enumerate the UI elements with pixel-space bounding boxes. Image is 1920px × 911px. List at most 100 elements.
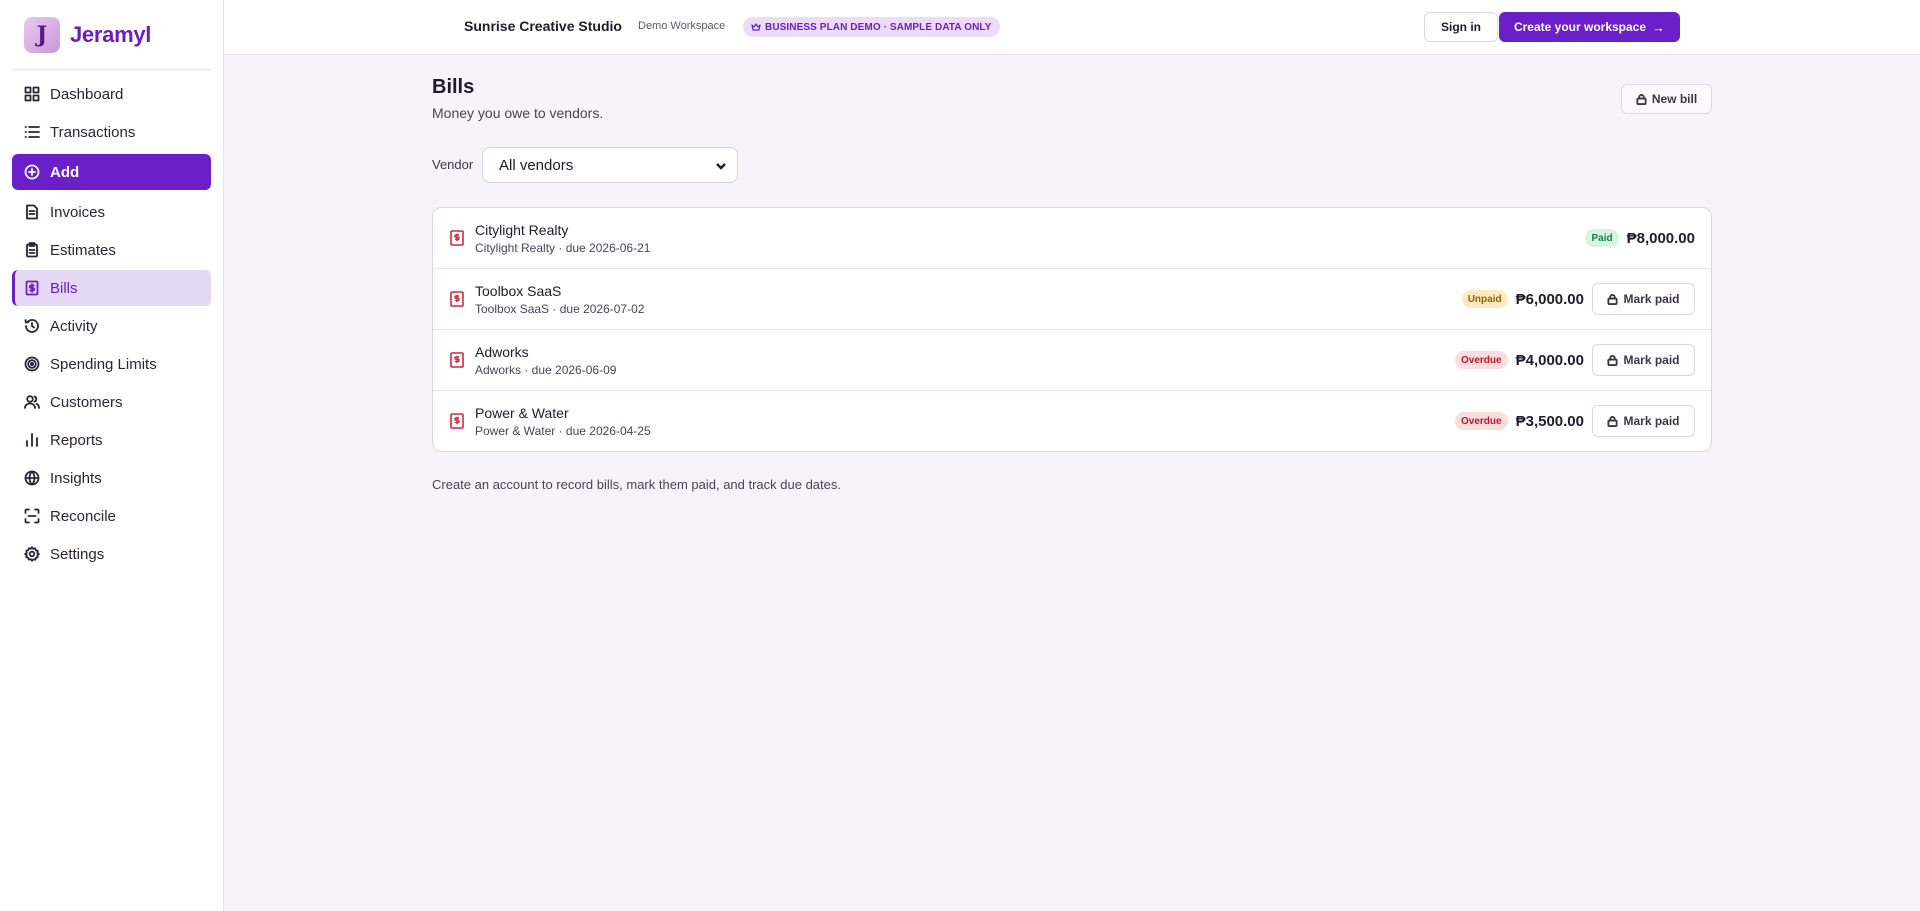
bill-doc-icon: [450, 291, 464, 307]
bill-doc-icon: [450, 352, 464, 368]
sidebar-item-insights[interactable]: Insights: [12, 460, 211, 496]
sidebar-nav: Dashboard Transactions Add Invoices Esti…: [0, 70, 223, 580]
footer-note: Create an account to record bills, mark …: [432, 477, 841, 492]
history-icon: [24, 318, 40, 334]
bill-icon: [24, 280, 40, 296]
arrow-right-icon: →: [1652, 19, 1666, 35]
mark-paid-button[interactable]: Mark paid: [1592, 344, 1695, 376]
sidebar-item-label: Reconcile: [50, 507, 116, 525]
sidebar-item-transactions[interactable]: Transactions: [12, 114, 211, 150]
sidebar-item-invoices[interactable]: Invoices: [12, 194, 211, 230]
scan-icon: [24, 508, 40, 524]
dashboard-icon: [24, 86, 40, 102]
sidebar-item-label: Bills: [50, 279, 78, 297]
sidebar-item-reports[interactable]: Reports: [12, 422, 211, 458]
bill-meta: Adworks · due 2026-06-09: [475, 363, 617, 377]
bill-right: Paid ₱8,000.00: [1585, 222, 1695, 254]
lock-icon: [1636, 93, 1647, 105]
mark-paid-button[interactable]: Mark paid: [1592, 405, 1695, 437]
gear-icon: [24, 546, 40, 562]
bill-amount: ₱3,500.00: [1515, 412, 1584, 430]
invoice-icon: [24, 204, 40, 220]
create-workspace-button[interactable]: Create your workspace →: [1499, 12, 1680, 42]
sidebar-item-dashboard[interactable]: Dashboard: [12, 76, 211, 112]
bill-vendor-name: Citylight Realty: [475, 222, 569, 238]
sidebar-item-settings[interactable]: Settings: [12, 536, 211, 572]
status-badge: Unpaid: [1461, 290, 1508, 308]
clipboard-icon: [24, 242, 40, 258]
sidebar-item-label: Estimates: [50, 241, 116, 259]
list-icon: [24, 124, 40, 140]
bill-amount: ₱8,000.00: [1626, 229, 1695, 247]
bill-row[interactable]: Toolbox SaaS Toolbox SaaS · due 2026-07-…: [433, 269, 1711, 330]
sidebar-item-label: Invoices: [50, 203, 106, 221]
sidebar-item-spending-limits[interactable]: Spending Limits: [12, 346, 211, 382]
mark-paid-button[interactable]: Mark paid: [1592, 283, 1695, 315]
lock-icon: [1607, 415, 1619, 427]
create-workspace-label: Create your workspace: [1513, 20, 1647, 34]
bill-meta: Citylight Realty · due 2026-06-21: [475, 241, 651, 255]
status-badge: Overdue: [1455, 351, 1508, 369]
sidebar-item-label: Customers: [50, 393, 123, 411]
sidebar-item-bills[interactable]: Bills: [12, 270, 211, 306]
sidebar-item-label: Insights: [50, 469, 102, 487]
bill-row[interactable]: Adworks Adworks · due 2026-06-09 Overdue…: [433, 330, 1711, 391]
bills-list: Citylight Realty Citylight Realty · due …: [432, 207, 1712, 452]
sidebar-item-add[interactable]: Add: [12, 154, 211, 190]
bill-meta: Power & Water · due 2026-04-25: [475, 424, 651, 438]
new-bill-button[interactable]: New bill: [1621, 84, 1712, 114]
sidebar: J Jeramyl Dashboard Transactions Add Inv…: [0, 0, 224, 911]
sign-in-button[interactable]: Sign in: [1424, 12, 1498, 42]
brand[interactable]: J Jeramyl: [12, 0, 211, 70]
sidebar-item-label: Transactions: [50, 123, 136, 141]
workspace-subtitle: Demo Workspace: [638, 20, 726, 32]
sidebar-item-label: Dashboard: [50, 85, 124, 103]
page-subtitle: Money you owe to vendors.: [432, 105, 604, 121]
plus-circle-icon: [24, 164, 40, 180]
lock-icon: [1607, 293, 1619, 305]
brand-logo: J: [24, 16, 60, 53]
status-badge: Overdue: [1455, 412, 1508, 430]
mark-paid-label: Mark paid: [1623, 292, 1680, 306]
vendor-select-value: All vendors: [499, 156, 574, 174]
sidebar-item-label: Spending Limits: [50, 355, 157, 373]
mark-paid-label: Mark paid: [1623, 414, 1680, 428]
bill-amount: ₱6,000.00: [1515, 290, 1584, 308]
page-title: Bills: [432, 76, 475, 98]
vendor-select[interactable]: All vendors: [482, 147, 738, 183]
sidebar-item-estimates[interactable]: Estimates: [12, 232, 211, 268]
sidebar-item-label: Activity: [50, 317, 98, 335]
sidebar-item-customers[interactable]: Customers: [12, 384, 211, 420]
crown-icon: [751, 23, 761, 31]
bar-chart-icon: [24, 432, 40, 448]
sidebar-item-label: Reports: [50, 431, 103, 449]
bill-doc-icon: [450, 413, 464, 429]
top-header: Sunrise Creative Studio Demo Workspace B…: [224, 0, 1920, 55]
bill-vendor-name: Adworks: [475, 344, 529, 360]
bill-vendor-name: Toolbox SaaS: [475, 283, 562, 299]
bill-vendor-name: Power & Water: [475, 405, 569, 421]
status-badge: Paid: [1585, 229, 1619, 247]
sidebar-item-reconcile[interactable]: Reconcile: [12, 498, 211, 534]
sidebar-item-label: Settings: [50, 545, 105, 563]
sidebar-item-activity[interactable]: Activity: [12, 308, 211, 344]
workspace-name: Sunrise Creative Studio: [464, 18, 622, 34]
bill-meta: Toolbox SaaS · due 2026-07-02: [475, 302, 645, 316]
bill-right: Overdue ₱3,500.00 Mark paid: [1455, 405, 1695, 437]
bill-row[interactable]: Citylight Realty Citylight Realty · due …: [433, 208, 1711, 269]
vendor-filter-label: Vendor: [432, 157, 474, 172]
demo-badge: BUSINESS PLAN DEMO · SAMPLE DATA ONLY: [743, 17, 1000, 37]
target-icon: [24, 356, 40, 372]
bill-right: Overdue ₱4,000.00 Mark paid: [1455, 344, 1695, 376]
bill-amount: ₱4,000.00: [1515, 351, 1584, 369]
sidebar-item-label: Add: [50, 163, 80, 181]
mark-paid-label: Mark paid: [1623, 353, 1680, 367]
bill-row[interactable]: Power & Water Power & Water · due 2026-0…: [433, 391, 1711, 451]
new-bill-label: New bill: [1651, 92, 1698, 106]
lock-icon: [1607, 354, 1619, 366]
bill-right: Unpaid ₱6,000.00 Mark paid: [1461, 283, 1695, 315]
demo-badge-label: BUSINESS PLAN DEMO · SAMPLE DATA ONLY: [765, 21, 992, 33]
chevron-down-icon: [716, 163, 726, 170]
bill-doc-icon: [450, 230, 464, 246]
globe-icon: [24, 470, 40, 486]
